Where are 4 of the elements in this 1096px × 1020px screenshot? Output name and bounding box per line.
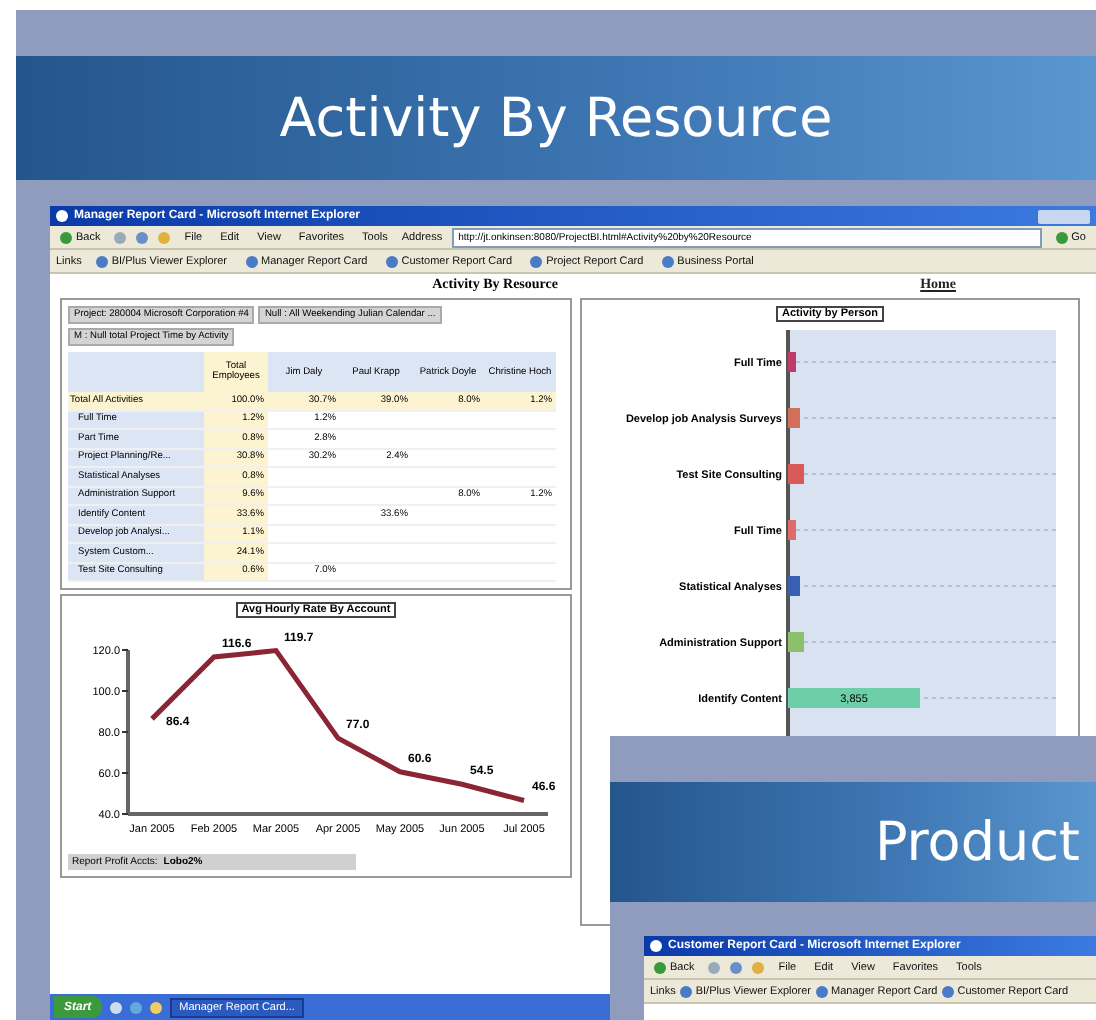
slide-title: Product — [874, 811, 1080, 873]
header-cell — [68, 352, 204, 392]
window-controls[interactable] — [1038, 209, 1090, 223]
slide-title: Activity By Resource — [279, 87, 833, 149]
